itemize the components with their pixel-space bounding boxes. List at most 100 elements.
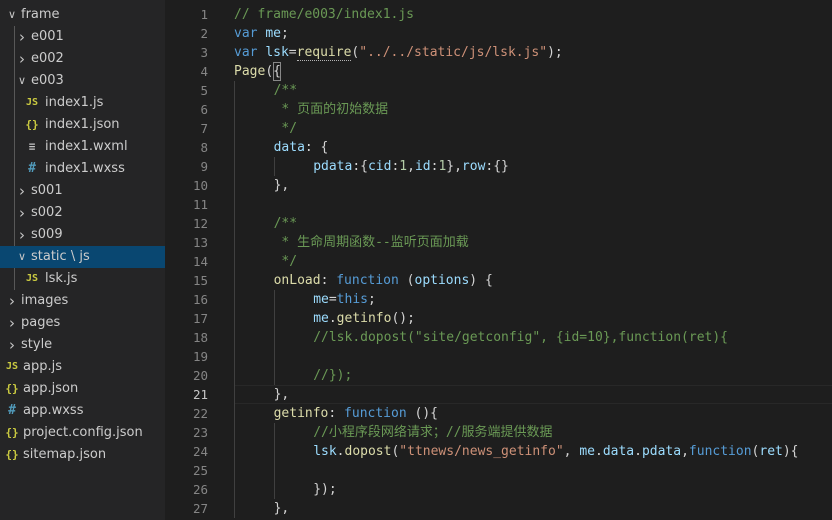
tree-folder-images[interactable]: › images xyxy=(0,290,165,312)
line-number: 4 xyxy=(200,64,208,79)
line-number: 19 xyxy=(192,349,208,364)
tree-item-label: index1.wxss xyxy=(45,161,125,176)
code-token: , xyxy=(407,159,415,174)
tree-folder-e002[interactable]: › e002 xyxy=(0,48,165,70)
chevron-right-icon[interactable]: › xyxy=(14,224,30,246)
tree-file-index1-wxss[interactable]: # index1.wxss xyxy=(0,158,165,180)
code-editor[interactable]: 1 // frame/e003/index1.js 2 var me; 3 var lsk… xyxy=(165,0,832,520)
indent-guide xyxy=(273,290,275,385)
code-line[interactable]: */ xyxy=(274,252,297,271)
code-line[interactable]: Page({ xyxy=(234,62,281,81)
chevron-right-icon[interactable]: › xyxy=(14,180,30,202)
tree-folder-e001[interactable]: › e001 xyxy=(0,26,165,48)
tree-folder-pages[interactable]: › pages xyxy=(0,312,165,334)
line-number: 26 xyxy=(192,482,208,497)
code-token: }, xyxy=(273,501,290,516)
code-token: me xyxy=(579,444,595,459)
chevron-right-icon[interactable]: › xyxy=(4,334,20,356)
code-token: ; xyxy=(280,26,289,41)
code-line[interactable]: */ xyxy=(274,119,297,138)
line-number: 6 xyxy=(200,102,208,117)
wxss-file-icon: # xyxy=(8,403,16,418)
tree-folder-style[interactable]: › style xyxy=(0,334,165,356)
js-file-icon: JS xyxy=(25,97,39,108)
chevron-right-icon[interactable]: › xyxy=(14,26,30,48)
code-line[interactable]: }); xyxy=(313,480,336,499)
code-line[interactable]: }, xyxy=(274,176,290,195)
code-line[interactable]: //}); xyxy=(313,366,352,385)
line-number: 14 xyxy=(192,254,208,269)
tree-item-label: s009 xyxy=(31,227,63,242)
tree-item-label: app.wxss xyxy=(23,403,84,418)
code-line[interactable]: }, xyxy=(274,385,290,404)
code-token: */ xyxy=(273,254,298,269)
chevron-right-icon[interactable]: › xyxy=(14,202,30,224)
tree-file-sitemap-json[interactable]: {} sitemap.json xyxy=(0,444,165,466)
code-token: options xyxy=(414,273,470,288)
code-line[interactable]: getinfo: function (){ xyxy=(274,404,438,423)
code-token: :{ xyxy=(352,159,368,174)
code-line[interactable]: * 页面的初始数据 xyxy=(274,100,388,119)
code-token: me xyxy=(265,26,281,41)
code-line[interactable]: lsk.dopost("ttnews/news_getinfo", me.dat… xyxy=(313,442,798,461)
code-token: row xyxy=(461,159,486,174)
code-line[interactable]: //lsk.dopost("site/getconfig", {id=10},f… xyxy=(313,328,728,347)
code-line[interactable]: onLoad: function (options) { xyxy=(274,271,493,290)
tree-item-label: e002 xyxy=(31,51,64,66)
tree-folder-static-js[interactable]: ∨ static \ js xyxy=(0,246,165,268)
code-line[interactable]: var me; xyxy=(234,24,289,43)
chevron-right-icon[interactable]: › xyxy=(14,48,30,70)
code-token: (){ xyxy=(406,406,438,421)
line-number: 12 xyxy=(192,216,208,231)
tree-file-lsk-js[interactable]: JS lsk.js xyxy=(0,268,165,290)
tree-folder-s002[interactable]: › s002 xyxy=(0,202,165,224)
code-line[interactable]: data: { xyxy=(274,138,329,157)
tree-file-index1-js[interactable]: JS index1.js xyxy=(0,92,165,114)
code-token: = xyxy=(328,292,337,307)
code-line[interactable]: me.getinfo(); xyxy=(313,309,415,328)
code-token: var xyxy=(234,45,266,60)
chevron-down-icon[interactable]: ∨ xyxy=(14,246,30,268)
tree-folder-e003[interactable]: ∨ e003 xyxy=(0,70,165,92)
code-token: me xyxy=(313,292,329,307)
line-number: 8 xyxy=(200,140,208,155)
code-line[interactable]: // frame/e003/index1.js xyxy=(234,5,414,24)
tree-file-index1-json[interactable]: {} index1.json xyxy=(0,114,165,136)
code-token: */ xyxy=(273,121,298,136)
code-token: : xyxy=(328,406,345,421)
tree-item-label: e003 xyxy=(31,73,64,88)
code-line[interactable]: //小程序段网络请求；//服务端提供数据 xyxy=(313,423,552,442)
chevron-right-icon[interactable]: › xyxy=(4,290,20,312)
code-token: //}); xyxy=(313,368,353,383)
code-line[interactable]: var lsk=require("../../static/js/lsk.js"… xyxy=(234,43,563,62)
code-line[interactable]: /** xyxy=(274,214,297,233)
line-number: 13 xyxy=(192,235,208,250)
line-number: 24 xyxy=(192,444,208,459)
line-number: 16 xyxy=(192,292,208,307)
code-token: this xyxy=(336,292,368,307)
code-token: }, xyxy=(446,159,462,174)
tree-file-app-js[interactable]: JS app.js xyxy=(0,356,165,378)
tree-folder-s001[interactable]: › s001 xyxy=(0,180,165,202)
chevron-down-icon[interactable]: ∨ xyxy=(14,70,30,92)
tree-file-index1-wxml[interactable]: ≡ index1.wxml xyxy=(0,136,165,158)
code-token: id xyxy=(414,159,431,174)
tree-item-label: frame xyxy=(21,7,60,22)
chevron-right-icon[interactable]: › xyxy=(4,312,20,334)
tree-folder-frame[interactable]: ∨ frame xyxy=(0,4,165,26)
code-token: ( xyxy=(398,273,415,288)
tree-file-app-wxss[interactable]: # app.wxss xyxy=(0,400,165,422)
chevron-down-icon[interactable]: ∨ xyxy=(4,4,20,26)
code-token: pdata xyxy=(641,444,682,459)
code-line[interactable]: pdata:{cid:1,id:1},row:{} xyxy=(313,157,509,176)
code-line[interactable]: * 生命周期函数--监听页面加载 xyxy=(274,233,468,252)
code-line[interactable]: /** xyxy=(274,81,297,100)
tree-file-project-config-json[interactable]: {} project.config.json xyxy=(0,422,165,444)
code-line[interactable]: me=this; xyxy=(313,290,376,309)
tree-file-app-json[interactable]: {} app.json xyxy=(0,378,165,400)
json-file-icon: {} xyxy=(5,382,19,395)
code-token: (); xyxy=(391,311,415,326)
code-token: onLoad xyxy=(273,273,321,288)
tree-folder-s009[interactable]: › s009 xyxy=(0,224,165,246)
code-line[interactable]: }, xyxy=(274,499,290,518)
